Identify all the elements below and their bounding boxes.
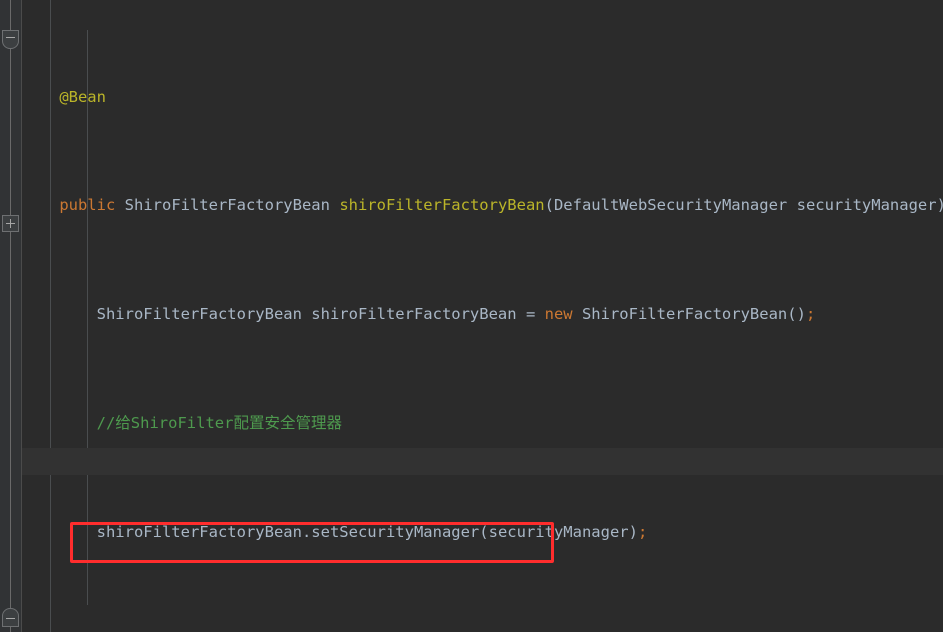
keyword-public: public [59,196,116,215]
plus-icon [3,216,18,231]
param-token: securityManager [488,522,629,541]
fold-region-start-icon[interactable] [2,30,19,49]
minus-icon [3,609,18,626]
comment-token: //给ShiroFilter配置安全管理器 [96,414,342,432]
annotation-token: @Bean [59,87,106,106]
type-token: ShiroFilterFactoryBean [581,305,788,324]
type-token: ShiroFilterFactoryBean [124,196,330,215]
minus-icon [3,31,18,48]
fold-region-end-icon[interactable] [2,608,19,627]
code-line: @Bean [22,84,943,111]
code-editor[interactable]: @Bean public ShiroFilterFactoryBean shir… [0,0,943,632]
type-token: DefaultWebSecurityManager [553,196,788,215]
type-token: ShiroFilterFactoryBean [96,305,302,324]
param-token: securityManager [796,196,937,215]
code-line: public ShiroFilterFactoryBean shiroFilte… [59,196,943,215]
method-name-token: shiroFilterFactoryBean [339,196,545,215]
fold-rail [10,0,11,632]
variable-token: shiroFilterFactoryBean [96,522,302,541]
code-surface[interactable]: @Bean public ShiroFilterFactoryBean shir… [22,0,943,632]
fold-expand-icon[interactable] [2,215,19,232]
keyword-new: new [544,305,573,324]
code-line: shiroFilterFactoryBean.setSecurityManage… [96,522,648,541]
code-text[interactable]: @Bean public ShiroFilterFactoryBean shir… [22,0,943,632]
code-line: ShiroFilterFactoryBean shiroFilterFactor… [96,305,816,324]
code-line: //给ShiroFilter配置安全管理器 [22,410,943,437]
method-call-token: setSecurityManager [311,522,480,541]
editor-gutter [0,0,22,632]
variable-token: shiroFilterFactoryBean [311,305,517,324]
